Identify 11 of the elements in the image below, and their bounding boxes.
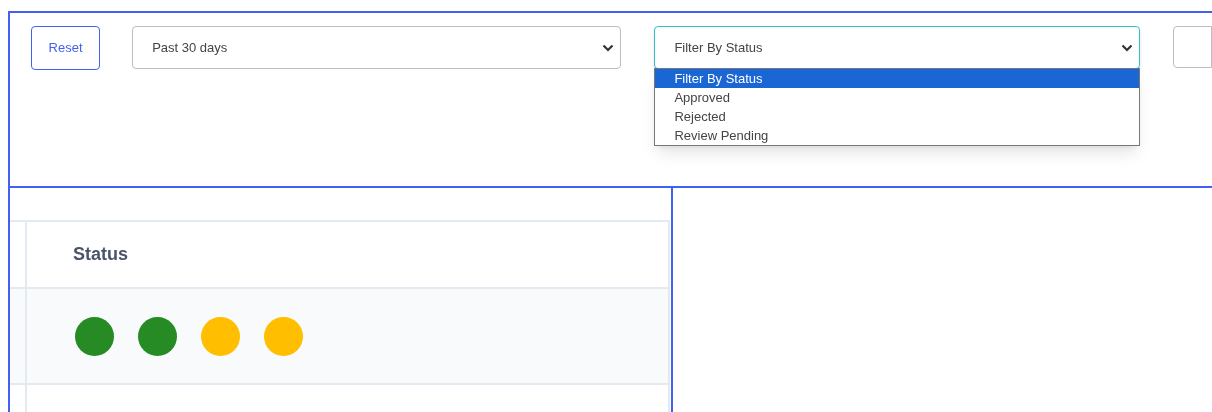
chevron-down-icon: [602, 43, 615, 52]
column-header: Status: [73, 243, 128, 266]
status-filter-select[interactable]: Filter By Status: [654, 26, 1140, 69]
status-option[interactable]: Rejected: [655, 107, 1139, 126]
filter-field[interactable]: [1173, 26, 1212, 68]
reset-button[interactable]: Reset: [31, 26, 101, 70]
status-option[interactable]: Review Pending: [655, 126, 1139, 145]
date-range-select[interactable]: Past 30 days: [132, 26, 622, 69]
status-option[interactable]: Approved: [655, 88, 1139, 107]
status-option[interactable]: Filter By Status: [655, 69, 1139, 88]
chevron-down-icon: [1121, 43, 1133, 52]
